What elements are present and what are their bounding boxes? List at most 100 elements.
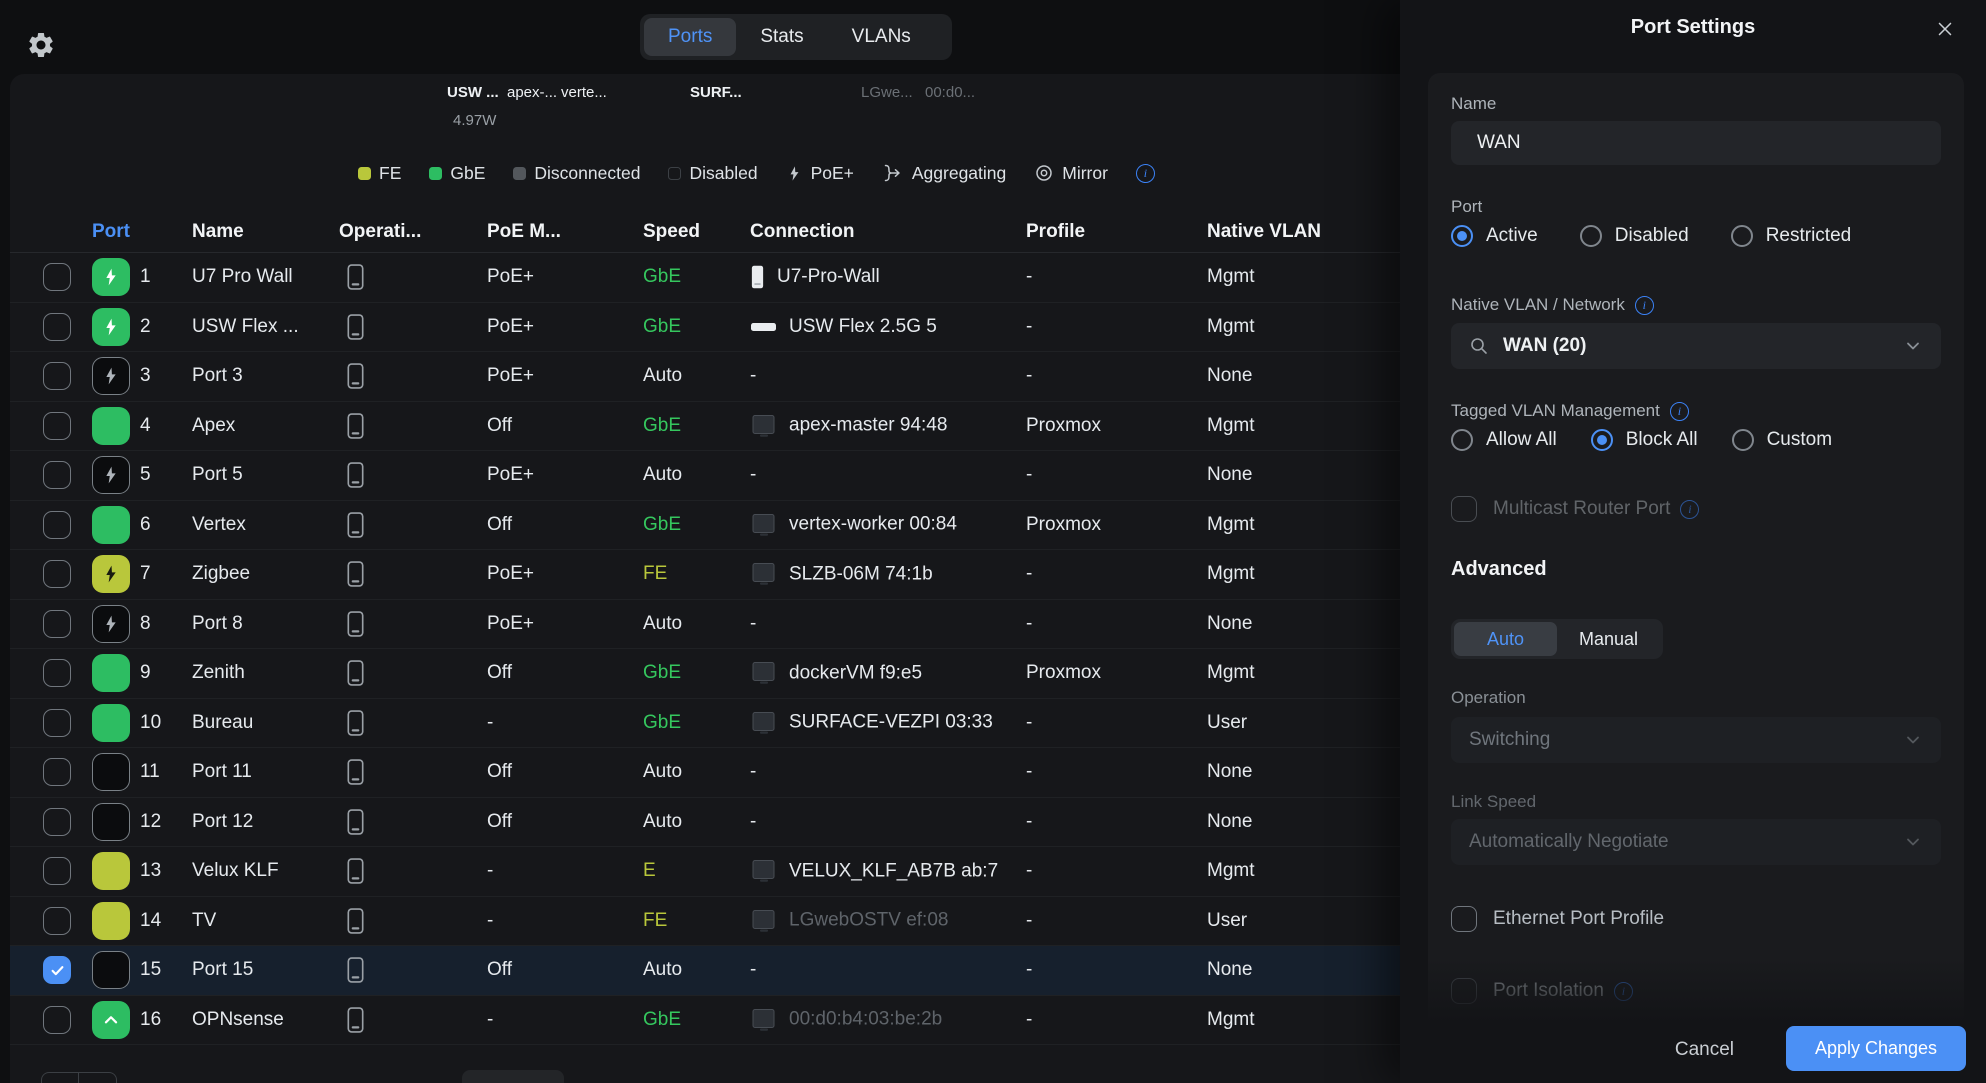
tab-stats[interactable]: Stats <box>736 18 827 56</box>
pagination-next-button[interactable] <box>79 1072 117 1083</box>
port-speed: GbE <box>643 266 681 288</box>
bottom-center-partial-button[interactable] <box>462 1070 564 1083</box>
port-name: Zigbee <box>192 563 250 585</box>
port-number: 12 <box>140 811 161 833</box>
close-panel-button[interactable] <box>1932 16 1958 42</box>
ethernet-profile-label: Ethernet Port Profile <box>1493 908 1664 930</box>
radio-custom[interactable]: Custom <box>1732 429 1832 451</box>
row-checkbox[interactable] <box>43 362 71 390</box>
native-vlan: User <box>1207 712 1247 734</box>
row-checkbox[interactable] <box>43 263 71 291</box>
row-checkbox[interactable] <box>43 412 71 440</box>
row-checkbox[interactable] <box>43 709 71 737</box>
pagination-prev-button[interactable] <box>41 1072 79 1083</box>
radio-disabled[interactable]: Disabled <box>1580 225 1689 247</box>
link-speed-select[interactable]: Automatically Negotiate <box>1451 819 1941 865</box>
port-number: 14 <box>140 910 161 932</box>
port-speed: Auto <box>643 811 682 833</box>
check-icon <box>49 962 66 979</box>
cancel-button[interactable]: Cancel <box>1671 1029 1738 1071</box>
poe-bolt-icon <box>101 267 121 287</box>
column-header-profile[interactable]: Profile <box>1026 221 1085 243</box>
switch-device-icon <box>344 808 367 835</box>
switch-device-icon <box>344 660 367 687</box>
port-state-radio-group: Active Disabled Restricted <box>1451 225 1851 247</box>
settings-gear-button[interactable] <box>24 28 58 62</box>
info-icon[interactable]: i <box>1136 164 1155 183</box>
operation-label: Operation <box>1451 688 1526 708</box>
port-profile: - <box>1026 761 1032 783</box>
search-icon <box>1469 336 1489 356</box>
port-status-icon <box>92 506 130 544</box>
column-header-operation[interactable]: Operati... <box>339 221 421 243</box>
row-checkbox[interactable] <box>43 808 71 836</box>
radio-restricted[interactable]: Restricted <box>1731 225 1852 247</box>
row-checkbox[interactable] <box>43 461 71 489</box>
port-settings-panel: Port Settings Name WAN Port ActiveDisabl… <box>1400 0 1986 1083</box>
disconnected-square-icon <box>513 167 526 180</box>
radio-active[interactable]: Active <box>1451 225 1538 247</box>
apply-changes-button[interactable]: Apply Changes <box>1786 1026 1966 1071</box>
panel-title: Port Settings <box>1400 16 1986 39</box>
port-icon-fe <box>92 852 130 890</box>
ethernet-profile-checkbox[interactable] <box>1451 906 1477 932</box>
row-checkbox[interactable] <box>43 313 71 341</box>
tab-ports[interactable]: Ports <box>644 18 736 56</box>
row-checkbox[interactable] <box>43 560 71 588</box>
port-icon-off <box>92 951 130 989</box>
poe-mode: - <box>487 910 493 932</box>
native-vlan-label: Native VLAN / Network i <box>1451 295 1654 315</box>
port-profile: Proxmox <box>1026 514 1101 536</box>
name-input[interactable]: WAN <box>1451 121 1941 165</box>
poe-mode: Off <box>487 811 512 833</box>
native-vlan-select[interactable]: WAN (20) <box>1451 323 1941 369</box>
ethernet-port-profile-checkbox-row[interactable]: Ethernet Port Profile <box>1451 906 1664 932</box>
column-header-port[interactable]: Port <box>92 221 130 243</box>
column-header-poe-mode[interactable]: PoE M... <box>487 221 561 243</box>
operation-device-icon <box>344 660 367 687</box>
info-icon[interactable]: i <box>1635 296 1654 315</box>
legend-item-disabled: Disabled <box>668 163 757 184</box>
port-icon-poe-active <box>92 258 130 296</box>
chevron-up-icon <box>100 1009 122 1031</box>
host-icon <box>750 908 777 933</box>
row-checkbox[interactable] <box>43 1006 71 1034</box>
pagination-partial[interactable] <box>41 1072 117 1083</box>
info-icon[interactable]: i <box>1670 402 1689 421</box>
port-number: 11 <box>140 761 160 783</box>
device-strip-label: SURF... <box>690 84 742 101</box>
ap-icon <box>750 264 765 290</box>
column-header-name[interactable]: Name <box>192 221 244 243</box>
column-header-connection[interactable]: Connection <box>750 221 855 243</box>
tagged-vlan-label: Tagged VLAN Management i <box>1451 401 1689 421</box>
connection: - <box>750 959 756 981</box>
port-number: 13 <box>140 860 161 882</box>
multicast-router-port-checkbox-row[interactable]: Multicast Router Port i <box>1451 496 1699 522</box>
row-checkbox[interactable] <box>43 907 71 935</box>
radio-allow-all[interactable]: Allow All <box>1451 429 1557 451</box>
radio-block-all[interactable]: Block All <box>1591 429 1698 451</box>
port-status-icon <box>92 951 130 989</box>
poe-mode: PoE+ <box>487 563 534 585</box>
row-checkbox[interactable] <box>43 857 71 885</box>
multicast-checkbox[interactable] <box>1451 496 1477 522</box>
port-profile: - <box>1026 316 1032 338</box>
poe-mode: Off <box>487 761 512 783</box>
row-checkbox[interactable] <box>43 956 71 984</box>
column-header-native-vlan[interactable]: Native VLAN <box>1207 221 1321 243</box>
radio-circle-icon <box>1731 225 1753 247</box>
operation-value: Switching <box>1469 729 1550 751</box>
operation-device-icon <box>344 462 367 489</box>
row-checkbox[interactable] <box>43 659 71 687</box>
row-checkbox[interactable] <box>43 758 71 786</box>
toggle-manual[interactable]: Manual <box>1557 622 1660 656</box>
row-checkbox[interactable] <box>43 511 71 539</box>
advanced-heading: Advanced <box>1451 558 1547 581</box>
tab-vlans[interactable]: VLANs <box>828 18 935 56</box>
toggle-auto[interactable]: Auto <box>1454 622 1557 656</box>
operation-select[interactable]: Switching <box>1451 717 1941 763</box>
host-icon <box>750 562 777 587</box>
row-checkbox[interactable] <box>43 610 71 638</box>
column-header-speed[interactable]: Speed <box>643 221 700 243</box>
connection: dockerVM f9:e5 <box>750 661 922 686</box>
